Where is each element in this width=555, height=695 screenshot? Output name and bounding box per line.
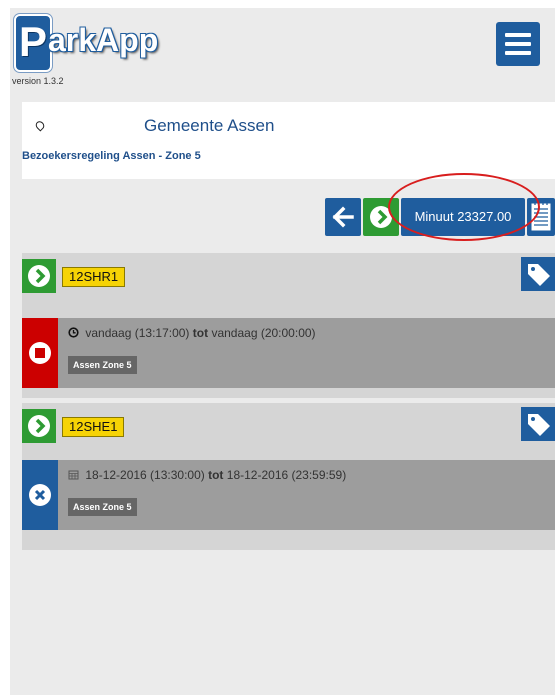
zone-badge: Assen Zone 5 [68,356,137,374]
tag-icon [528,414,550,436]
start-parking-vehicle-button[interactable] [22,259,56,293]
municipality-title: Gemeente Assen [144,116,275,135]
cancel-session-button[interactable] [22,460,58,530]
app-container: P arkApp version 1.3.2 Gemeente Assen Be… [10,8,555,695]
location-card: Gemeente Assen Bezoekersregeling Assen -… [22,102,555,179]
tag-icon [528,264,550,286]
vehicle-header: 12SHE1 [22,403,555,449]
session-connector: tot [192,326,209,340]
session-start: 18-12-2016 (13:30:00) [85,468,205,482]
logo-letter: P [18,18,47,65]
license-plate: 12SHR1 [62,267,126,287]
hamburger-icon-bar-3 [505,51,531,55]
section-spacer [22,388,555,398]
license-plate: 12SHE1 [62,417,125,437]
back-button[interactable] [325,198,361,236]
menu-button[interactable] [496,22,540,66]
logo-p-badge: P [14,14,52,72]
location-pin-icon [33,119,47,132]
version-label: version 1.3.2 [12,76,64,86]
tag-button[interactable] [521,407,555,441]
highlight-annotation [388,173,540,241]
clock-icon [68,327,79,338]
parking-session-row: 18-12-2016 (13:30:00) tot 18-12-2016 (23… [22,460,555,530]
session-end: vandaag (20:00:00) [211,326,316,340]
parking-session-row: vandaag (13:17:00) tot vandaag (20:00:00… [22,318,555,388]
vehicle-header: 12SHR1 [22,253,555,299]
play-circle-icon [28,415,50,437]
section-spacer [22,299,555,318]
session-start: vandaag (13:17:00) [85,326,190,340]
arrow-left-icon [332,206,354,228]
session-period: vandaag (13:17:00) tot vandaag (20:00:00… [68,326,316,340]
logo-text: arkApp [48,22,159,58]
session-period: 18-12-2016 (13:30:00) tot 18-12-2016 (23… [68,468,346,482]
section-spacer [22,449,555,460]
play-circle-icon [28,265,50,287]
hamburger-icon-bar-1 [505,33,531,37]
hamburger-icon-bar-2 [505,42,531,46]
stop-session-button[interactable] [22,318,58,388]
start-parking-vehicle-button[interactable] [22,409,56,443]
regulation-label: Bezoekersregeling Assen - Zone 5 [22,150,201,162]
calendar-icon [68,470,79,480]
zone-badge: Assen Zone 5 [68,498,137,516]
tag-button[interactable] [521,257,555,291]
close-circle-icon [29,484,51,506]
session-end: 18-12-2016 (23:59:59) [226,468,347,482]
stop-circle-icon [29,342,51,364]
session-connector: tot [208,468,224,482]
section-spacer [22,530,555,550]
